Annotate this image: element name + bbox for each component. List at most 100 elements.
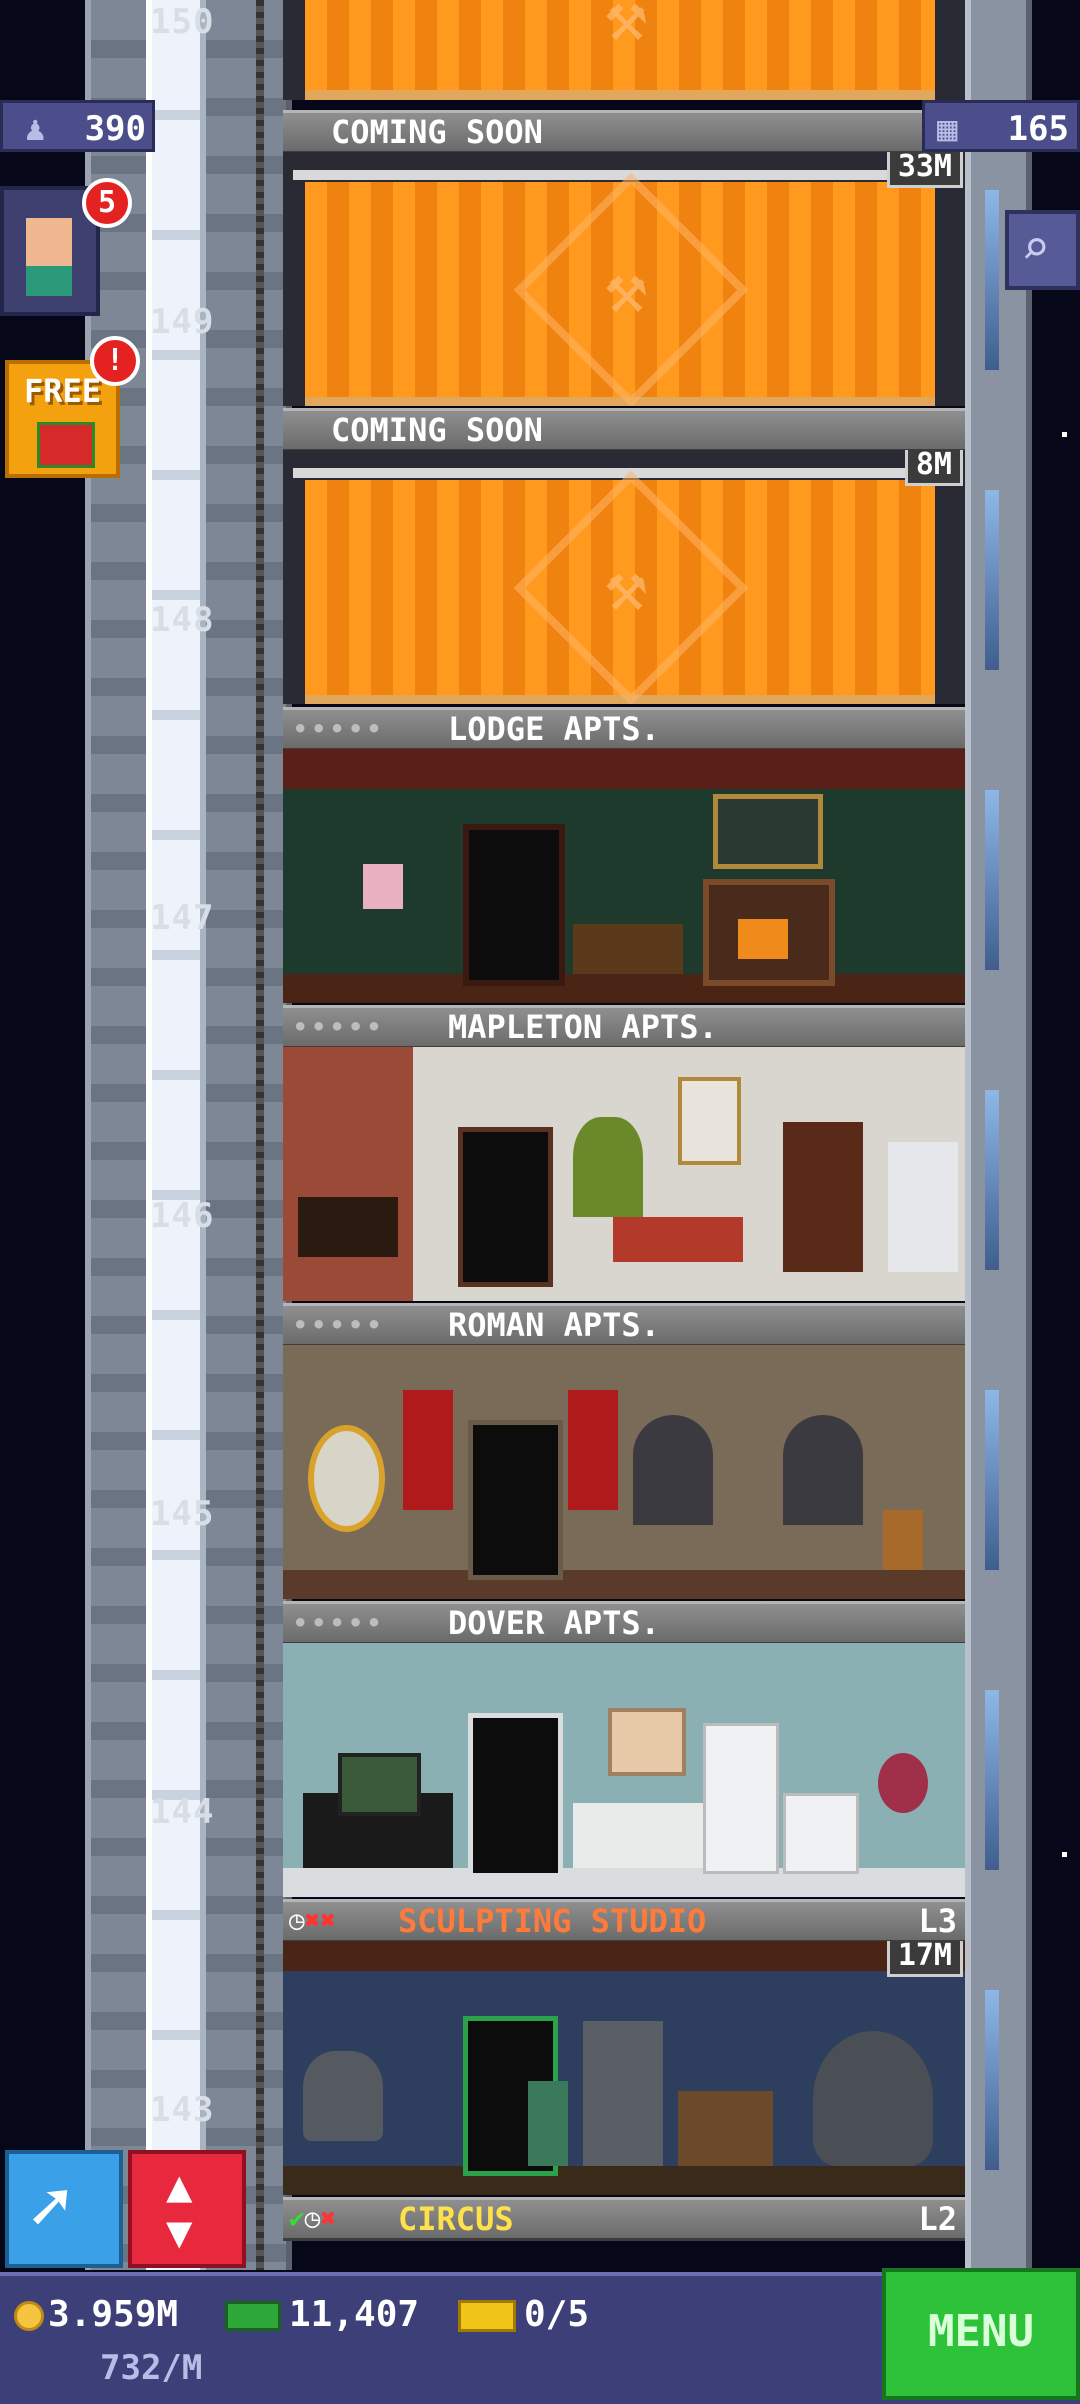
residents-dots: ••••• bbox=[293, 1013, 386, 1041]
floor-boards bbox=[283, 2166, 965, 2195]
statue bbox=[813, 2031, 933, 2166]
floor-name: COMING SOON bbox=[331, 113, 543, 151]
floor-142-circus[interactable]: ✔◷✖ CIRCUS L2 bbox=[283, 2197, 965, 2272]
bux-counter[interactable]: 11,407 bbox=[225, 2294, 419, 2335]
floor-room bbox=[283, 1047, 965, 1301]
tower-window bbox=[985, 490, 999, 670]
vase bbox=[883, 1510, 923, 1570]
floor-number-144: 144 bbox=[150, 1792, 215, 1832]
floor-143-sculpting-studio[interactable]: ◷✖✖ SCULPTING STUDIO L3 17M bbox=[283, 1899, 965, 2197]
floor-149-coming-soon[interactable]: COMING SOON 33M ⚒ bbox=[283, 110, 965, 408]
elevator-button[interactable]: ▲ ▼ bbox=[128, 2150, 246, 2268]
painting bbox=[713, 794, 823, 869]
stock-status-icons: ◷✖✖ bbox=[289, 1906, 336, 1936]
menu-button[interactable]: MENU bbox=[882, 2268, 1080, 2400]
floor-148-coming-soon[interactable]: COMING SOON 8M ⚒ bbox=[283, 408, 965, 706]
floor-name: ROMAN APTS. bbox=[448, 1306, 660, 1344]
building-icon: ▦ bbox=[937, 109, 958, 149]
sofa bbox=[573, 924, 683, 974]
floor-label-bar: ••••• MAPLETON APTS. bbox=[283, 1005, 965, 1049]
bux-value: 11,407 bbox=[289, 2294, 420, 2335]
construction-worker-icon: ⚒ bbox=[605, 545, 648, 627]
floor-147-lodge-apts[interactable]: ••••• LODGE APTS. bbox=[283, 707, 965, 1005]
tower-bux-counter[interactable]: ▦ 165 bbox=[922, 100, 1080, 152]
brick-wall bbox=[283, 1047, 413, 1301]
fridge bbox=[888, 1142, 958, 1272]
construction-worker-icon: ⚒ bbox=[605, 247, 648, 329]
floor-number-149: 149 bbox=[150, 302, 215, 342]
star bbox=[1062, 1852, 1067, 1857]
tower-window bbox=[985, 790, 999, 970]
floor-number-146: 146 bbox=[150, 1196, 215, 1236]
stock-status-icons: ✔◷✖ bbox=[289, 2204, 336, 2234]
floor-room bbox=[283, 1643, 965, 1897]
residents-dots: ••••• bbox=[293, 1311, 386, 1339]
floor-144-dover-apts[interactable]: ••••• DOVER APTS. bbox=[283, 1601, 965, 1899]
floor-tiles bbox=[283, 1868, 965, 1897]
fireplace bbox=[298, 1197, 398, 1257]
curtain-rod bbox=[293, 170, 953, 180]
floor-room: 17M bbox=[283, 1941, 965, 2195]
up-down-arrows-icon: ▲ ▼ bbox=[166, 2161, 193, 2258]
floor-150-construction[interactable]: ⚒ bbox=[283, 0, 965, 100]
floor-room: 33M ⚒ bbox=[283, 152, 965, 406]
floor-146-mapleton-apts[interactable]: ••••• MAPLETON APTS. bbox=[283, 1005, 965, 1303]
residents-dots: ••••• bbox=[293, 1609, 386, 1637]
magnifier-icon: ⌕ bbox=[1021, 220, 1050, 276]
floor-price-tag: 17M bbox=[886, 1941, 963, 1977]
floor-name: CIRCUS bbox=[398, 2200, 514, 2238]
mirror bbox=[308, 1425, 385, 1532]
residents-dots: ••••• bbox=[293, 715, 386, 743]
stove bbox=[783, 1793, 859, 1874]
floor-name: SCULPTING STUDIO bbox=[398, 1902, 707, 1940]
build-floor-button[interactable]: ➚ bbox=[5, 2150, 123, 2268]
room-door bbox=[468, 1713, 563, 1878]
floor-label-bar: ••••• ROMAN APTS. bbox=[283, 1303, 965, 1347]
room-door bbox=[458, 1127, 553, 1287]
resident-avatar[interactable] bbox=[528, 2081, 568, 2166]
floor-room: 8M ⚒ bbox=[283, 450, 965, 704]
floor-name: MAPLETON APTS. bbox=[448, 1008, 718, 1046]
ticket-icon bbox=[458, 2300, 516, 2332]
floor-boards bbox=[283, 974, 965, 1003]
floor-label-bar: COMING SOON bbox=[283, 110, 965, 154]
bookshelf bbox=[783, 1122, 863, 1272]
floor-name: LODGE APTS. bbox=[448, 710, 660, 748]
floor-label-bar: ••••• DOVER APTS. bbox=[283, 1601, 965, 1645]
floor-name: DOVER APTS. bbox=[448, 1604, 660, 1642]
floor-price-tag: 8M bbox=[904, 450, 963, 486]
sofa bbox=[613, 1217, 743, 1262]
banner bbox=[403, 1390, 453, 1510]
population-counter[interactable]: ♟ 390 bbox=[0, 100, 155, 152]
wood-beam bbox=[283, 749, 965, 789]
coins-per-minute: 732/M bbox=[100, 2348, 203, 2388]
floor-145-roman-apts[interactable]: ••••• ROMAN APTS. bbox=[283, 1303, 965, 1601]
floor-label-bar: COMING SOON bbox=[283, 408, 965, 452]
floor-name: COMING SOON bbox=[331, 411, 543, 449]
statue bbox=[303, 2051, 383, 2141]
floor-room bbox=[283, 1345, 965, 1599]
coins-value: 3.959M bbox=[48, 2294, 179, 2335]
floor-number-143: 143 bbox=[150, 2090, 215, 2130]
construction-worker-icon: ⚒ bbox=[605, 0, 648, 57]
free-notification-badge: ! bbox=[90, 336, 140, 386]
zoom-button[interactable]: ⌕ bbox=[1005, 210, 1080, 290]
floor-number-145: 145 bbox=[150, 1494, 215, 1534]
curtain-rod bbox=[293, 468, 953, 478]
floor-label-bar: ✔◷✖ CIRCUS L2 bbox=[283, 2197, 965, 2241]
room-door bbox=[468, 1420, 563, 1580]
shelf bbox=[678, 2091, 773, 2166]
coin-icon bbox=[14, 2301, 44, 2331]
tower-window bbox=[985, 1690, 999, 1870]
population-value: 390 bbox=[84, 109, 146, 149]
coins-counter[interactable]: 3.959M bbox=[14, 2294, 178, 2335]
tower-window bbox=[985, 1990, 999, 2170]
floor-label-bar: ◷✖✖ SCULPTING STUDIO L3 bbox=[283, 1899, 965, 1943]
bitizens-notification-badge: 5 bbox=[82, 178, 132, 228]
floor-number-150: 150 bbox=[150, 2, 215, 42]
tower-window bbox=[985, 1090, 999, 1270]
floor-price-tag: 33M bbox=[886, 152, 963, 188]
bux-icon bbox=[225, 2301, 281, 2331]
painting bbox=[678, 1077, 741, 1165]
tickets-counter[interactable]: 0/5 bbox=[458, 2294, 589, 2335]
